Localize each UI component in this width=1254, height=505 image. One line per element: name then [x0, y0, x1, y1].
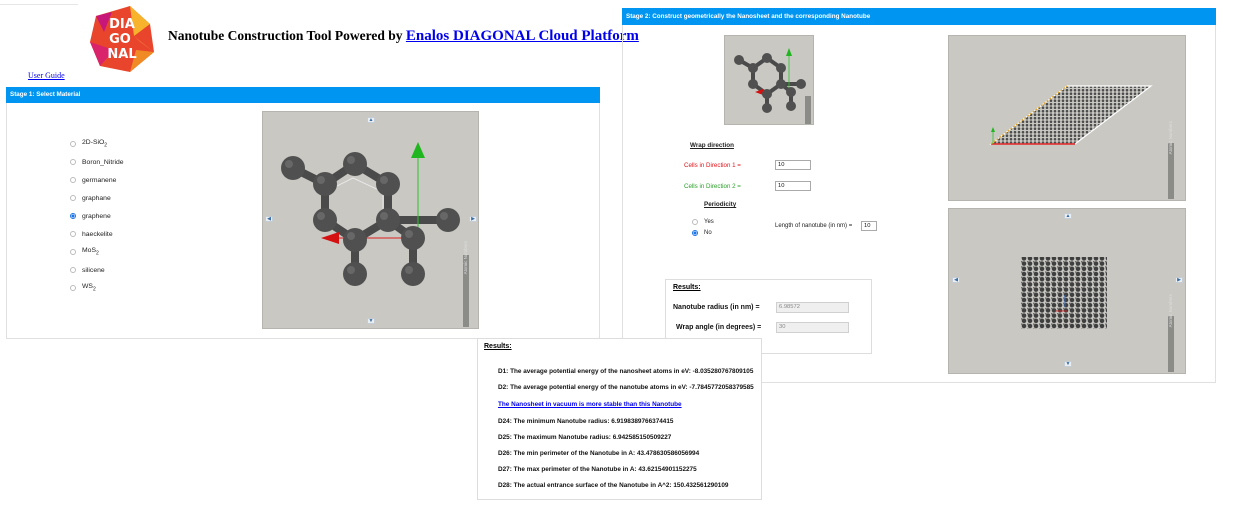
periodicity-no-label: No	[704, 230, 712, 236]
result-d27: D27: The max perimeter of the Nanotube i…	[498, 466, 697, 473]
material-radio[interactable]	[70, 159, 76, 165]
material-radio[interactable]	[70, 213, 76, 219]
result-d1: D1: The average potential energy of the …	[498, 368, 754, 375]
material-label: MoS2	[82, 247, 99, 256]
material-radio[interactable]	[70, 141, 76, 147]
material-label: Boron_Nitride	[82, 159, 124, 166]
material-option[interactable]: Boron_Nitride	[70, 156, 124, 168]
material-label-base: haeckelite	[82, 230, 113, 238]
material-option[interactable]: graphane	[70, 192, 111, 204]
periodicity-yes-option[interactable]: Yes	[692, 219, 714, 225]
periodicity-no-option[interactable]: No	[692, 230, 712, 236]
nanotube-viewer[interactable]: ▲ ▼ ◀ ▶ Atomic Numbers	[948, 208, 1186, 374]
material-radio[interactable]	[70, 177, 76, 183]
logo-text-line1: DIA	[109, 17, 135, 32]
material-label: haeckelite	[82, 231, 113, 238]
material-label-subscript: 2	[95, 250, 99, 257]
material-option[interactable]: haeckelite	[70, 228, 113, 240]
material-radio[interactable]	[70, 231, 76, 237]
material-option[interactable]: germanene	[70, 174, 116, 186]
material-option[interactable]: graphene	[70, 210, 111, 222]
result-d2: D2: The average potential energy of the …	[498, 384, 754, 391]
periodicity-yes-radio[interactable]	[692, 219, 698, 225]
material-label-subscript: 2	[104, 142, 108, 149]
material-option[interactable]: 2D-SiO2	[70, 138, 107, 150]
results-panel: Results: D1: The average potential energ…	[477, 338, 762, 500]
wrap-angle-output: 30	[776, 322, 849, 333]
material-label-base: graphene	[82, 212, 111, 220]
material-label-base: MoS	[82, 247, 96, 255]
logo-text-line3: NAL	[107, 47, 136, 62]
cells-direction-1-label: Cells in Direction 1 =	[684, 162, 741, 169]
nanosheet-structure-3d	[989, 85, 1153, 145]
cells-direction-2-input[interactable]: 10	[775, 181, 811, 191]
result-d25: D25: The maximum Nanotube radius: 6.9425…	[498, 434, 672, 441]
unitcell-molecule-3d	[734, 48, 806, 113]
top-left-rule	[0, 4, 78, 5]
material-label-base: Boron_Nitride	[82, 158, 124, 166]
stage2-header: Stage 2: Construct geometrically the Nan…	[622, 8, 1216, 25]
results-title: Results:	[484, 343, 512, 350]
result-d24: D24: The minimum Nanotube radius: 6.9198…	[498, 418, 674, 425]
logo-text-line2: GO	[109, 32, 131, 47]
material-label-base: graphane	[82, 194, 111, 202]
material-label: germanene	[82, 177, 116, 184]
diagonal-platform-link[interactable]: Enalos DIAGONAL Cloud Platform	[406, 28, 639, 44]
material-label: graphane	[82, 195, 111, 202]
material-option[interactable]: WS2	[70, 282, 96, 294]
stage1-molecule-viewer[interactable]: ▲ ▼ ◀ ▶ Atomic Numbers	[262, 111, 479, 329]
material-radio[interactable]	[70, 267, 76, 273]
graphene-molecule-3d	[281, 142, 460, 286]
material-label-base: 2D-SiO	[82, 139, 105, 147]
wrap-angle-label: Wrap angle (in degrees) =	[676, 324, 762, 331]
diagonal-logo: DIA GO NAL	[90, 6, 154, 72]
nanotube-radius-output: 6.98572	[776, 302, 849, 313]
material-label-subscript: 2	[92, 286, 96, 293]
material-label: 2D-SiO2	[82, 139, 107, 148]
material-option[interactable]: MoS2	[70, 246, 99, 258]
page-title: Nanotube Construction Tool Powered by En…	[168, 28, 639, 45]
cells-direction-2-label: Cells in Direction 2 =	[684, 183, 741, 190]
result-d28: D28: The actual entrance surface of the …	[498, 482, 729, 489]
stage2-results-title: Results:	[673, 284, 701, 291]
periodicity-no-radio[interactable]	[692, 230, 698, 236]
stage2-unitcell-viewer[interactable]	[724, 35, 814, 125]
material-radio[interactable]	[70, 195, 76, 201]
material-option[interactable]: silicene	[70, 264, 105, 276]
wrap-direction-heading: Wrap direction	[690, 142, 734, 149]
material-label-base: germanene	[82, 176, 117, 184]
material-label-base: silicene	[82, 266, 105, 274]
material-label: silicene	[82, 267, 105, 274]
nanosheet-viewer[interactable]: Atomic Numbers	[948, 35, 1186, 201]
page-title-prefix: Nanotube Construction Tool Powered by	[168, 28, 403, 43]
nanotube-length-label: Length of nanotube (in nm) =	[775, 223, 853, 229]
nanotube-length-input[interactable]: 10	[861, 221, 877, 231]
user-guide-link[interactable]: User Guide	[28, 71, 65, 80]
result-d26: D26: The min perimeter of the Nanotube i…	[498, 450, 700, 457]
material-label-base: WS	[82, 283, 93, 291]
nanotube-structure-3d	[1021, 257, 1107, 329]
nanotube-radius-label: Nanotube radius (in nm) =	[673, 304, 760, 311]
material-radio[interactable]	[70, 249, 76, 255]
cells-direction-1-input[interactable]: 10	[775, 160, 811, 170]
material-radio[interactable]	[70, 285, 76, 291]
periodicity-yes-label: Yes	[704, 219, 714, 225]
material-label: WS2	[82, 283, 96, 292]
stage1-header: Stage 1: Select Material	[6, 87, 600, 103]
material-label: graphene	[82, 213, 111, 220]
stability-conclusion-link[interactable]: The Nanosheet in vacuum is more stable t…	[498, 401, 682, 408]
periodicity-heading: Periodicity	[704, 201, 737, 208]
